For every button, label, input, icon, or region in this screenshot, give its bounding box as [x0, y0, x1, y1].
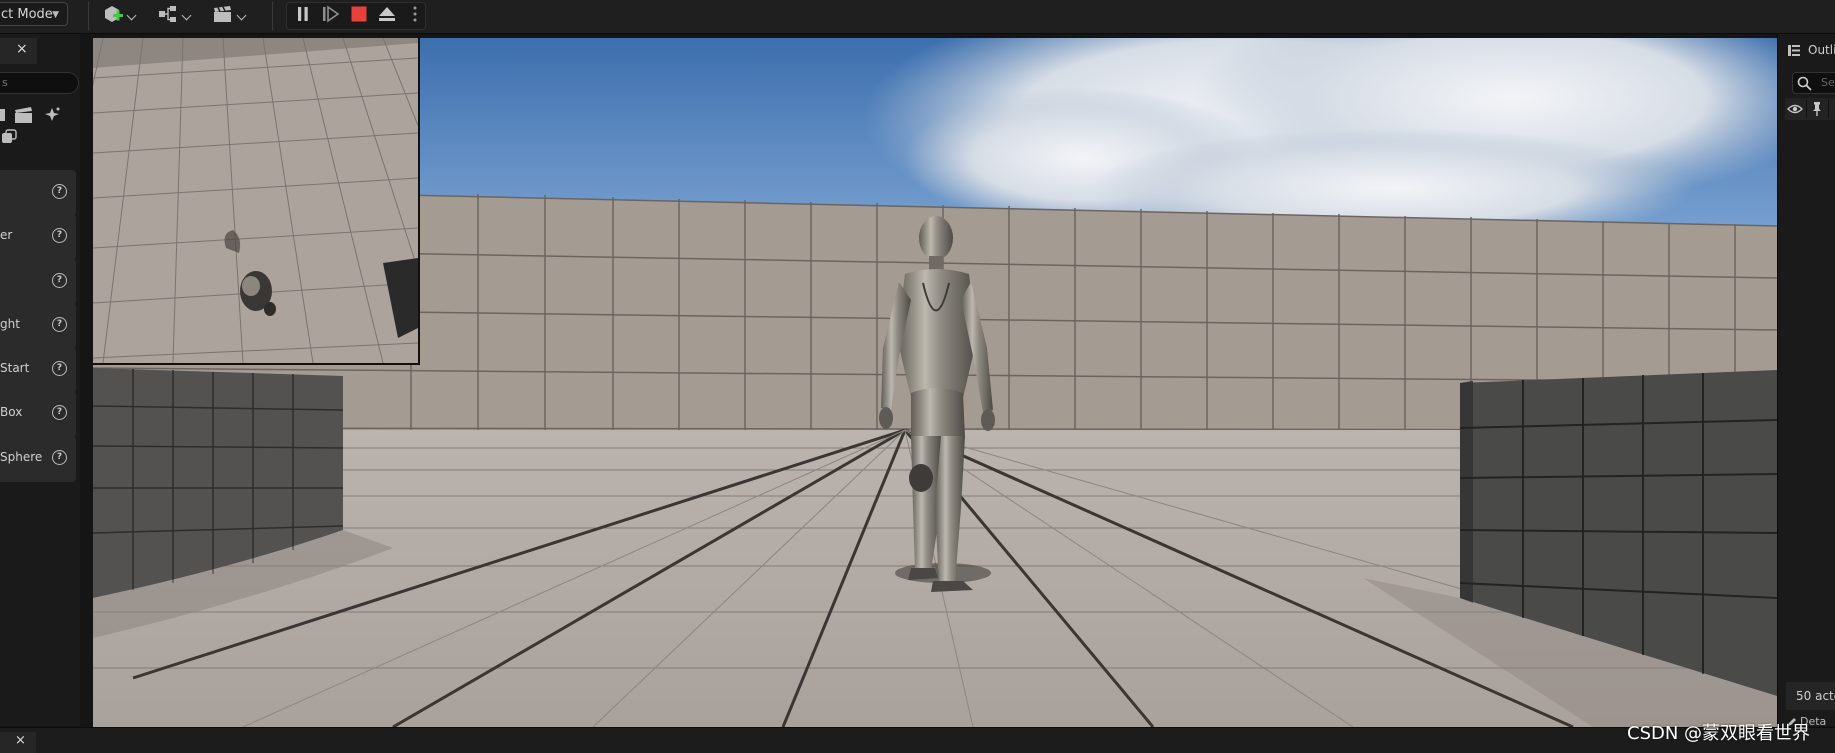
pin-icon[interactable] [1811, 101, 1823, 117]
bottom-tab[interactable]: × [0, 732, 36, 753]
help-icon[interactable]: ? [52, 228, 67, 243]
place-actor-label: er [0, 228, 13, 242]
search-icon [1797, 76, 1812, 91]
place-actor-label: Sphere [0, 450, 43, 464]
outliner-tab-title[interactable]: Outli [1808, 43, 1835, 57]
place-actor-item[interactable]: ? [0, 170, 76, 216]
close-icon[interactable]: × [15, 733, 26, 748]
place-actor-label: Box [0, 405, 23, 419]
place-actors-search-input[interactable]: s [0, 72, 79, 94]
help-icon[interactable]: ? [52, 450, 67, 465]
filter-cinematic-icon[interactable] [14, 106, 34, 124]
chevron-down-icon[interactable] [126, 10, 137, 21]
actors-count-label: 50 acto [1786, 682, 1835, 710]
outliner-search-input[interactable]: Sea [1792, 72, 1835, 94]
place-actors-panel: × s ? er ? ? ght ? Start ? Box ? Sphere … [0, 34, 80, 726]
place-actor-item[interactable]: Start ? [0, 347, 76, 393]
outliner-list-icon [1788, 45, 1800, 56]
place-actors-tab[interactable]: × [0, 38, 37, 64]
filter-geometry-icon[interactable] [0, 128, 20, 146]
chevron-down-icon[interactable] [181, 10, 192, 21]
step-forward-icon[interactable] [320, 4, 342, 24]
blueprint-icon[interactable] [157, 4, 179, 24]
add-content-icon[interactable] [102, 4, 124, 24]
filter-visual-effects-icon[interactable] [42, 106, 62, 124]
help-icon[interactable]: ? [52, 273, 67, 288]
close-icon[interactable]: × [16, 41, 28, 57]
place-actors-filters [0, 106, 80, 162]
filter-basic-icon[interactable] [0, 106, 8, 124]
chevron-down-icon[interactable] [236, 10, 247, 21]
column-divider [1806, 100, 1807, 118]
mode-dropdown[interactable]: ct Mode ▼ [0, 2, 68, 26]
place-actor-item[interactable]: ? [0, 259, 76, 305]
place-actor-label: Start [0, 361, 30, 375]
eject-icon[interactable] [376, 4, 398, 24]
place-actor-item[interactable]: er ? [0, 214, 76, 260]
help-icon[interactable]: ? [52, 184, 67, 199]
cinematics-clapper-icon[interactable] [212, 4, 234, 24]
help-icon[interactable]: ? [52, 361, 67, 376]
pip-scene [93, 38, 418, 363]
place-actor-item[interactable]: Box ? [0, 391, 76, 437]
more-options-icon[interactable] [404, 4, 426, 24]
toolbar-separator [88, 2, 89, 30]
visibility-eye-icon[interactable] [1787, 103, 1803, 115]
place-actor-label: ght [0, 317, 20, 331]
mode-dropdown-label: ct Mode [1, 7, 53, 22]
outliner-panel: Outli Sea 50 acto Deta [1777, 34, 1835, 728]
pip-camera-preview[interactable] [93, 38, 420, 365]
help-icon[interactable]: ? [52, 405, 67, 420]
outliner-column-header [1785, 98, 1835, 120]
place-actor-item[interactable]: Sphere ? [0, 436, 76, 482]
toolbar-separator [272, 2, 273, 30]
column-divider [1828, 100, 1829, 118]
watermark-text: CSDN @蒙双眼看世界 [1627, 723, 1811, 744]
chevron-down-icon: ▼ [52, 10, 59, 20]
help-icon[interactable]: ? [52, 317, 67, 332]
pause-icon[interactable] [292, 4, 314, 24]
outliner-search-placeholder: Sea [1821, 76, 1835, 89]
bottom-tab-bar: × [0, 727, 1835, 753]
main-toolbar: ct Mode ▼ [0, 0, 1835, 34]
stop-icon[interactable] [348, 4, 370, 24]
place-actor-item[interactable]: ght ? [0, 303, 76, 349]
